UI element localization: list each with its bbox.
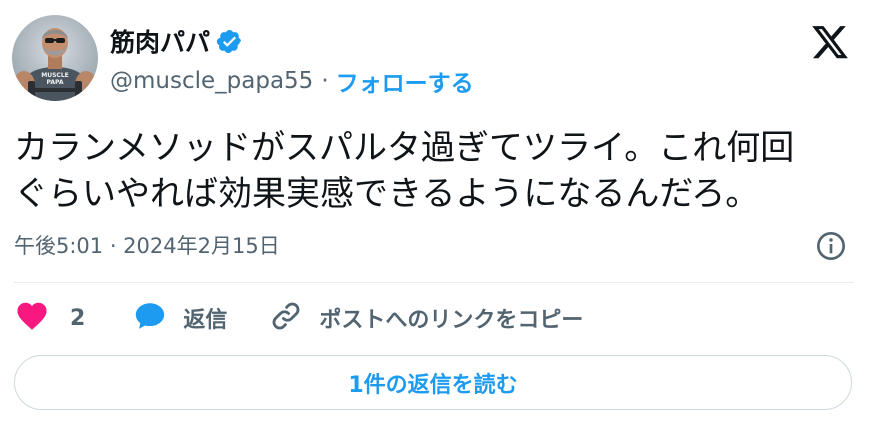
read-replies-button[interactable]: 1件の返信を読む [14, 355, 852, 410]
svg-text:MUSCLE: MUSCLE [41, 72, 69, 79]
post-timestamp[interactable]: 午後5:01 · 2024年2月15日 [14, 226, 280, 264]
post-text: カランメソッドがスパルタ過ぎてツライ。これ何回 ぐらいやれば効果実感できるように… [14, 128, 795, 214]
speech-bubble-icon [133, 299, 167, 337]
svg-text:PAPA: PAPA [47, 79, 64, 86]
like-count: 2 [70, 305, 86, 331]
reply-button[interactable]: 返信 [133, 299, 227, 337]
author-handle[interactable]: @muscle_papa55 [110, 68, 313, 94]
author-name-row: 筋肉パパ [110, 23, 243, 59]
heart-icon [14, 298, 50, 338]
separator-dot: · [321, 68, 329, 94]
copy-link-button[interactable]: ポストへのリンクをコピー [269, 299, 583, 337]
author-handle-row: @muscle_papa55 · フォローする [110, 64, 474, 98]
author-display-name[interactable]: 筋肉パパ [110, 23, 210, 59]
like-button[interactable]: 2 [14, 298, 85, 338]
avatar[interactable]: MUSCLE PAPA [12, 15, 98, 101]
x-logo-icon[interactable] [810, 24, 850, 62]
copy-link-label: ポストへのリンクをコピー [319, 308, 584, 333]
link-icon [269, 299, 303, 337]
divider [14, 282, 854, 283]
follow-link[interactable]: フォローする [336, 64, 474, 98]
avatar-image: MUSCLE PAPA [12, 15, 98, 101]
verified-badge-icon[interactable] [216, 28, 243, 55]
action-bar: 2 返信 ポストへのリンクをコピー [14, 297, 583, 339]
embedded-post-card: MUSCLE PAPA 筋肉パパ @muscle_papa55 · フォローする… [0, 0, 876, 438]
reply-label: 返信 [183, 308, 228, 333]
info-icon[interactable] [815, 230, 847, 262]
